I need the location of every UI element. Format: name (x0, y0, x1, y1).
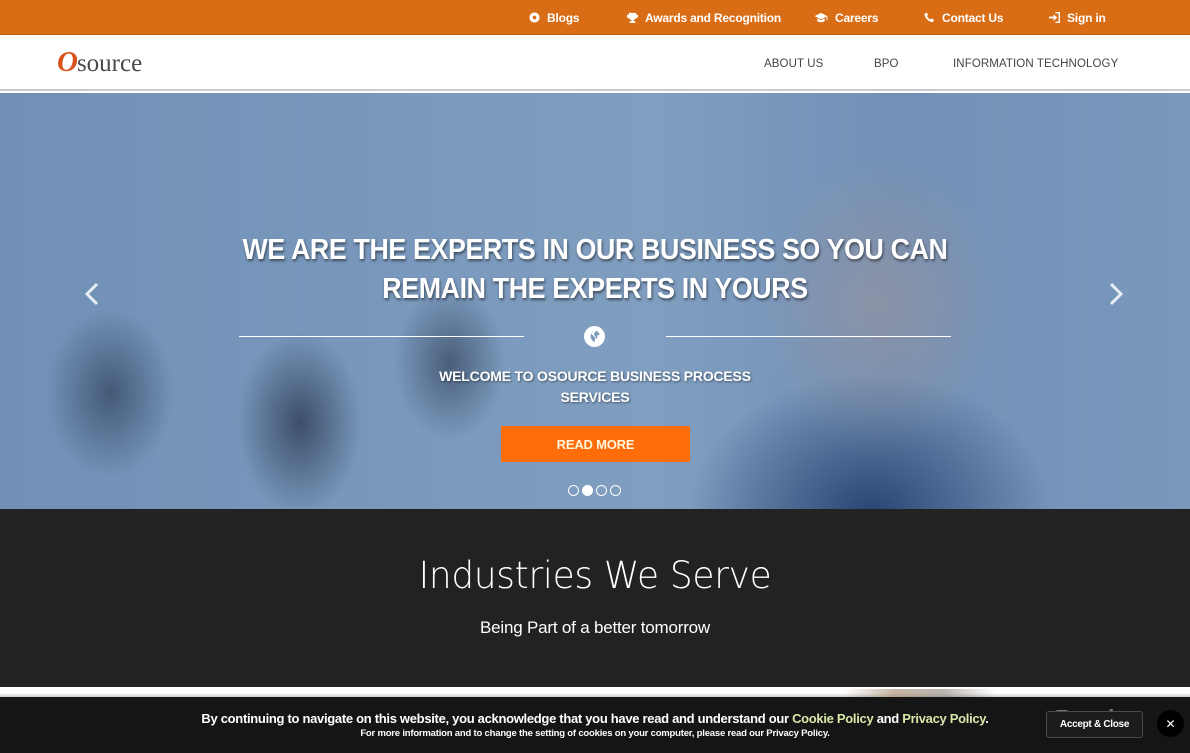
cookie-close-button[interactable]: ✕ (1157, 710, 1184, 737)
cookie-message-text: By continuing to navigate on this websit… (201, 711, 793, 726)
chevron-right-icon (1109, 282, 1124, 306)
cookie-message-and: and (873, 711, 903, 726)
carousel-dot-1[interactable] (568, 485, 579, 496)
topbar-link-label: Careers (835, 10, 879, 25)
close-icon: ✕ (1165, 716, 1176, 731)
hero-heading-line-2: REMAIN THE EXPERTS IN YOURS (382, 273, 808, 305)
accept-and-close-button[interactable]: Accept & Close (1046, 711, 1143, 738)
hero-subheading: WELCOME TO OSOURCE BUSINESS PROCESS SERV… (395, 366, 795, 407)
cookie-info-text: For more information and to change the s… (360, 728, 830, 739)
carousel-dot-2[interactable] (582, 485, 593, 496)
topbar-link-awards[interactable]: Awards and Recognition (626, 0, 781, 35)
content-strip (0, 687, 1190, 697)
topbar-link-contact[interactable]: Contact Us (923, 0, 1004, 35)
hero-divider-right (666, 336, 951, 337)
topbar-link-label: Awards and Recognition (645, 10, 782, 25)
trophy-icon (626, 12, 638, 24)
privacy-policy-link[interactable]: Privacy Policy (902, 711, 985, 726)
chevron-left-icon (84, 282, 99, 306)
carousel-next-button[interactable] (1101, 279, 1131, 309)
osource-logo[interactable]: O source (57, 48, 142, 77)
main-header: O source ABOUT US BPO INFORMATION TECHNO… (0, 36, 1190, 91)
hero-carousel: WE ARE THE EXPERTS IN OUR BUSINESS SO YO… (0, 93, 1190, 509)
industries-section: Industries We Serve Being Part of a bett… (0, 509, 1190, 687)
cookie-message-end: . (985, 711, 989, 726)
phone-icon (923, 12, 935, 24)
hero-heading-line-1: WE ARE THE EXPERTS IN OUR BUSINESS SO YO… (242, 234, 948, 266)
carousel-prev-button[interactable] (77, 279, 107, 309)
hero-subheading-line-2: SERVICES (560, 388, 630, 405)
logo-mark: O (57, 46, 78, 78)
hero-subheading-line-1: WELCOME TO OSOURCE BUSINESS PROCESS (439, 368, 751, 384)
read-more-button[interactable]: READ MORE (501, 426, 690, 462)
top-utility-bar: Blogs Awards and Recognition Careers Con… (0, 0, 1190, 35)
content-strip-image-edge (845, 689, 995, 697)
topbar-link-label: Contact Us (942, 10, 1004, 25)
sign-in-icon (1048, 12, 1060, 24)
industries-title: Industries We Serve (418, 554, 772, 597)
carousel-dot-3[interactable] (596, 485, 607, 496)
cookie-banner: By continuing to navigate on this websit… (0, 697, 1190, 753)
cookie-policy-link[interactable]: Cookie Policy (792, 711, 874, 726)
graduation-cap-icon (813, 12, 828, 24)
industries-subtitle: Being Part of a better tomorrow (479, 618, 711, 637)
carousel-indicators (568, 485, 621, 496)
nav-about-us[interactable]: ABOUT US (764, 36, 823, 91)
topbar-link-label: Sign in (1067, 10, 1106, 25)
nav-information-technology[interactable]: INFORMATION TECHNOLOGY (953, 36, 1118, 91)
topbar-link-careers[interactable]: Careers (813, 0, 879, 35)
cookie-message: By continuing to navigate on this websit… (0, 711, 1190, 726)
topbar-link-signin[interactable]: Sign in (1048, 0, 1106, 35)
nav-bpo[interactable]: BPO (874, 36, 899, 91)
globe-icon (584, 326, 605, 347)
carousel-dot-4[interactable] (610, 485, 621, 496)
topbar-link-label: Blogs (547, 10, 580, 25)
logo-text: source (76, 50, 143, 77)
hero-heading: WE ARE THE EXPERTS IN OUR BUSINESS SO YO… (219, 231, 971, 309)
blog-icon (528, 12, 540, 24)
hero-divider-left (239, 336, 524, 337)
topbar-link-blogs[interactable]: Blogs (528, 0, 580, 35)
